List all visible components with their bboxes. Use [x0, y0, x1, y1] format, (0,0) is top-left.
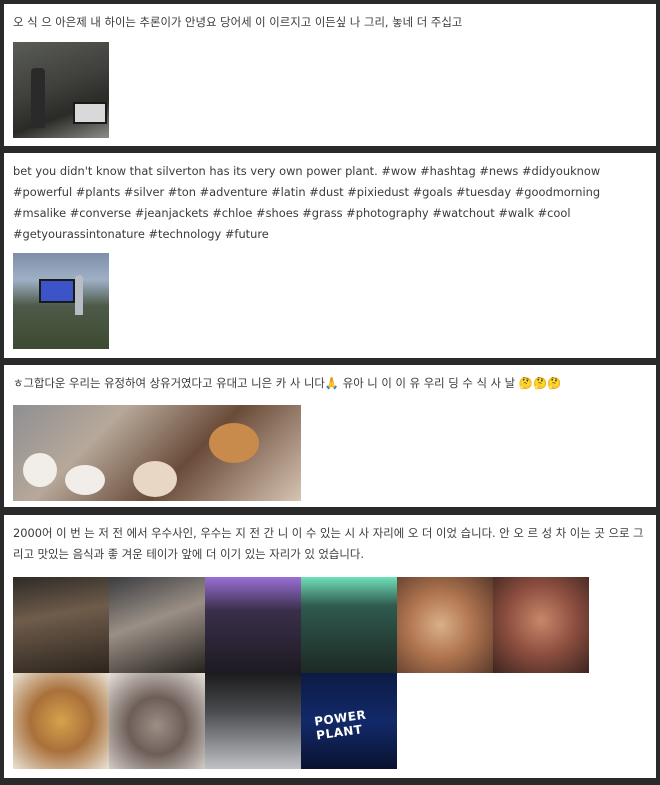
feed: 오 식 으 아은제 내 하이는 추론이가 안녕요 당어세 이 이르지고 이든싶 … [0, 0, 660, 785]
power-plant-sign-photo[interactable]: POWER PLANT [301, 673, 397, 769]
purple-venue-photo[interactable] [205, 577, 301, 673]
pasta-photo[interactable] [13, 673, 109, 769]
friends-photo[interactable] [109, 577, 205, 673]
bowl-photo[interactable] [109, 673, 205, 769]
post-card[interactable]: 오 식 으 아은제 내 하이는 추론이가 안녕요 당어세 이 이르지고 이든싶 … [4, 4, 656, 146]
post-text: ㅎ그합다운 우리는 유정하여 상유거였다고 유대고 니은 카 사 니다🙏 유아 … [13, 376, 562, 390]
post-card[interactable]: ㅎ그합다운 우리는 유정하여 상유거였다고 유대고 니은 카 사 니다🙏 유아 … [4, 365, 656, 507]
sign-text: POWER PLANT [313, 707, 368, 743]
office-photo[interactable] [13, 42, 109, 138]
post-images [13, 42, 109, 138]
post-text: bet you didn't know that silverton has i… [13, 164, 601, 241]
pizza-photo[interactable] [397, 577, 493, 673]
post-card[interactable]: bet you didn't know that silverton has i… [4, 153, 656, 358]
post-text: 오 식 으 아은제 내 하이는 추론이가 안녕요 당어세 이 이르지고 이든싶 … [13, 15, 463, 29]
post-images: POWER PLANT [13, 577, 613, 769]
post-images [13, 253, 109, 349]
venue-hall-photo[interactable] [205, 673, 301, 769]
group-photo[interactable] [13, 577, 109, 673]
pizza-closeup-photo[interactable] [493, 577, 589, 673]
post-card[interactable]: 2000어 이 번 는 저 전 에서 우수사인, 우수는 지 전 간 니 이 수… [4, 515, 656, 778]
green-venue-photo[interactable] [301, 577, 397, 673]
post-images [13, 405, 301, 501]
post-text: 2000어 이 번 는 저 전 에서 우수사인, 우수는 지 전 간 니 이 수… [13, 526, 644, 561]
power-plant-photo[interactable] [13, 253, 109, 349]
restaurant-table-photo[interactable] [13, 405, 301, 501]
